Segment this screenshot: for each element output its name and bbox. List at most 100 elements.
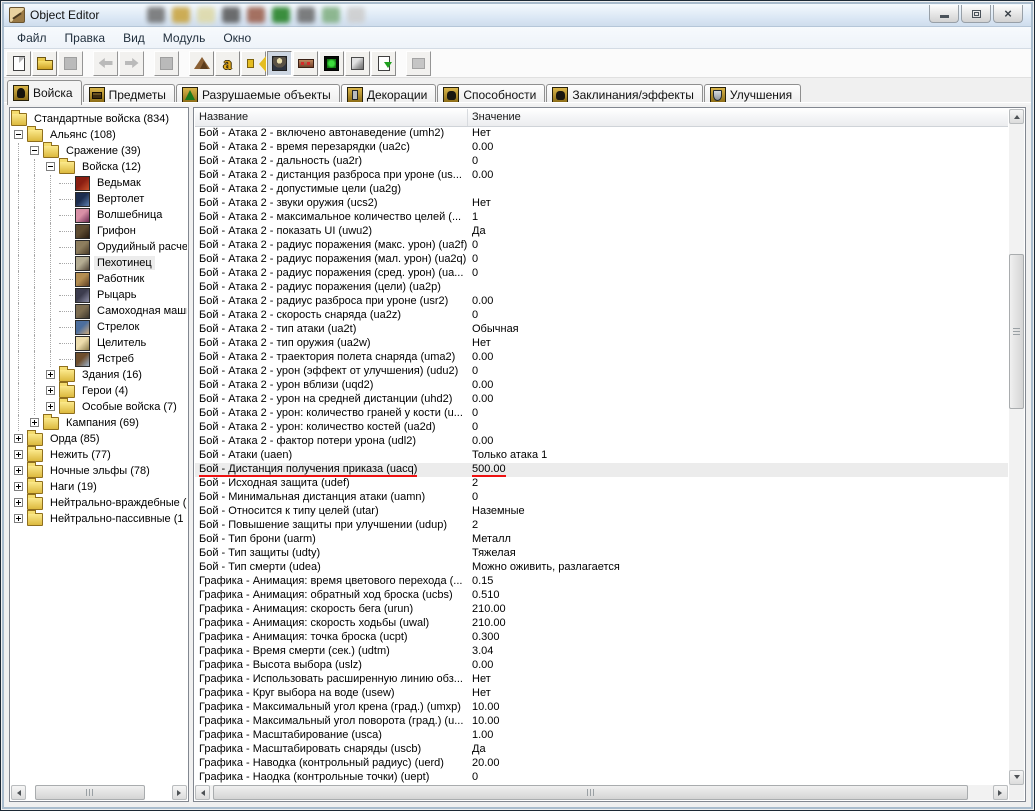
property-row[interactable]: Бой - Атака 2 - тип оружия (ua2w) Нет (195, 337, 1008, 351)
expand-expander[interactable] (43, 383, 59, 399)
property-row[interactable]: Бой - Повышение защиты при улучшении (ud… (195, 519, 1008, 533)
close-button[interactable]: × (993, 5, 1023, 23)
property-row[interactable]: Бой - Атака 2 - радиус поражения (сред. … (195, 267, 1008, 281)
property-row[interactable]: Бой - Атака 2 - показать UI (uwu2) Да (195, 225, 1008, 239)
property-row[interactable]: Бой - Исходная защита (udef) 2 (195, 477, 1008, 491)
expand-expander[interactable] (11, 463, 27, 479)
scroll-right-button[interactable] (993, 785, 1008, 800)
table-vscroll-thumb[interactable] (1009, 254, 1024, 409)
tree-item[interactable]: Орудийный расчет (11, 239, 187, 255)
property-row[interactable]: Бой - Атака 2 - фактор потери урона (udl… (195, 435, 1008, 449)
scroll-up-button[interactable] (1009, 109, 1024, 124)
column-header-name[interactable]: Название (195, 109, 468, 126)
table-hscroll-thumb[interactable] (213, 785, 968, 800)
tree-item[interactable]: Стрелок (11, 319, 187, 335)
property-row[interactable]: Бой - Тип смерти (udea) Можно оживить, ра… (195, 561, 1008, 575)
menu-Файл[interactable]: Файл (8, 28, 56, 48)
tab-Войска[interactable]: Войска (7, 80, 82, 105)
menu-Окно[interactable]: Окно (214, 28, 260, 48)
property-row[interactable]: Бой - Атака 2 - звуки оружия (ucs2) Нет (195, 197, 1008, 211)
tree-item[interactable]: Работник (11, 271, 187, 287)
tab-Разрушаемые объекты[interactable]: Разрушаемые объекты (175, 84, 340, 105)
column-header-value[interactable]: Значение (468, 109, 1008, 126)
expand-expander[interactable] (11, 495, 27, 511)
property-row[interactable]: Бой - Атаки (uaen) Только атака 1 (195, 449, 1008, 463)
tree-item[interactable]: Стандартные войска (834) (11, 109, 187, 127)
property-row[interactable]: Бой - Атака 2 - радиус разброса при урон… (195, 295, 1008, 309)
new-document-button[interactable] (6, 50, 31, 76)
expand-expander[interactable] (11, 479, 27, 495)
property-row[interactable]: Графика - Максимальный угол крена (град.… (195, 701, 1008, 715)
collapse-expander[interactable] (27, 143, 43, 159)
property-row[interactable]: Бой - Атака 2 - скорость снаряда (ua2z) 0 (195, 309, 1008, 323)
tab-Декорации[interactable]: Декорации (340, 84, 437, 105)
menu-Модуль[interactable]: Модуль (154, 28, 215, 48)
menu-Правка[interactable]: Правка (56, 28, 115, 48)
property-row[interactable]: Бой - Атака 2 - включено автонаведение (… (195, 127, 1008, 141)
tab-Предметы[interactable]: Предметы (82, 84, 175, 105)
property-row[interactable]: Графика - Анимация: скорость бега (urun)… (195, 603, 1008, 617)
property-row[interactable]: Бой - Тип брони (uarm) Металл (195, 533, 1008, 547)
sound-editor-button[interactable] (241, 50, 266, 76)
ai-editor-button[interactable] (319, 50, 344, 76)
tree-item[interactable]: Самоходная машина (11, 303, 187, 319)
import-manager-button[interactable] (371, 50, 396, 76)
property-row[interactable]: Бой - Атака 2 - дальность (ua2r) 0 (195, 155, 1008, 169)
minimize-button[interactable] (929, 5, 959, 23)
property-row[interactable]: Графика - Использовать расширенную линию… (195, 673, 1008, 687)
open-folder-button[interactable] (32, 50, 57, 76)
menu-Вид[interactable]: Вид (114, 28, 154, 48)
tree-item[interactable]: Рыцарь (11, 287, 187, 303)
tab-Улучшения[interactable]: Улучшения (703, 84, 802, 105)
collapse-expander[interactable] (43, 159, 59, 175)
property-row[interactable]: Графика - Анимация: время цветового пере… (195, 575, 1008, 589)
expand-expander[interactable] (43, 367, 59, 383)
property-row[interactable]: Бой - Атака 2 - радиус поражения (мал. у… (195, 253, 1008, 267)
tab-Способности[interactable]: Способности (437, 84, 546, 105)
tree-item[interactable]: Здания (16) (11, 365, 187, 383)
campaign-editor-button[interactable] (293, 50, 318, 76)
property-row[interactable]: Графика - Высота выбора (uslz) 0.00 (195, 659, 1008, 673)
tree-item[interactable]: Орда (85) (11, 429, 187, 447)
tree-item[interactable]: Нежить (77) (11, 445, 187, 463)
tree-item[interactable]: Войска (12) (11, 157, 187, 175)
table-horizontal-scrollbar[interactable] (195, 785, 1008, 800)
trigger-editor-button[interactable]: a (215, 50, 240, 76)
property-row[interactable]: Бой - Атака 2 - урон (эффект от улучшени… (195, 365, 1008, 379)
terrain-editor-button[interactable] (189, 50, 214, 76)
property-row[interactable]: Графика - Масштабирование (usca) 1.00 (195, 729, 1008, 743)
tree-item[interactable]: Волшебница (11, 207, 187, 223)
property-row[interactable]: Бой - Атака 2 - радиус поражения (цели) … (195, 281, 1008, 295)
scroll-left-button[interactable] (11, 785, 26, 800)
property-row[interactable]: Графика - Анимация: обратный ход броска … (195, 589, 1008, 603)
property-row[interactable]: Бой - Атака 2 - допустимые цели (ua2g) (195, 183, 1008, 197)
property-row[interactable]: Бой - Тип защиты (udty) Тяжелая (195, 547, 1008, 561)
property-row[interactable]: Графика - Время смерти (сек.) (udtm) 3.04 (195, 645, 1008, 659)
property-row[interactable]: Бой - Атака 2 - тип атаки (ua2t) Обычная (195, 323, 1008, 337)
property-row[interactable]: Графика - Анимация: точка броска (ucpt) 0… (195, 631, 1008, 645)
property-row[interactable]: Бой - Атака 2 - траектория полета снаряд… (195, 351, 1008, 365)
tree-item[interactable]: Особые войска (7) (11, 397, 187, 415)
property-row[interactable]: Графика - Масштабировать снаряды (uscb) Д… (195, 743, 1008, 757)
expand-expander[interactable] (11, 511, 27, 527)
tree-item[interactable]: Альянс (108) (11, 125, 187, 143)
expand-expander[interactable] (11, 447, 27, 463)
tree-item[interactable]: Нейтрально-пассивные (1 (11, 509, 187, 527)
tree-item[interactable]: Пехотинец (11, 255, 187, 271)
property-row[interactable]: Графика - Максимальный угол поворота (гр… (195, 715, 1008, 729)
property-row[interactable]: Бой - Минимальная дистанция атаки (uamn)… (195, 491, 1008, 505)
tree-item[interactable]: Наги (19) (11, 477, 187, 495)
tree-item[interactable]: Герои (4) (11, 381, 187, 399)
tree-item[interactable]: Ведьмак (11, 175, 187, 191)
tab-Заклинания/эффекты[interactable]: Заклинания/эффекты (546, 84, 703, 105)
property-row[interactable]: Бой - Атака 2 - урон вблизи (uqd2) 0.00 (195, 379, 1008, 393)
property-row[interactable]: Графика - Круг выбора на воде (usew) Нет (195, 687, 1008, 701)
property-row[interactable]: Бой - Атака 2 - урон: количество костей … (195, 421, 1008, 435)
tree-item[interactable]: Нейтрально-враждебные ( (11, 493, 187, 511)
scroll-left-button[interactable] (195, 785, 210, 800)
property-row[interactable]: Бой - Атака 2 - время перезарядки (ua2c)… (195, 141, 1008, 155)
scroll-down-button[interactable] (1009, 770, 1024, 785)
property-row[interactable]: Бой - Дистанция получения приказа (uacq)… (195, 463, 1008, 477)
tree-item[interactable]: Ночные эльфы (78) (11, 461, 187, 479)
tree-item[interactable]: Сражение (39) (11, 141, 187, 159)
